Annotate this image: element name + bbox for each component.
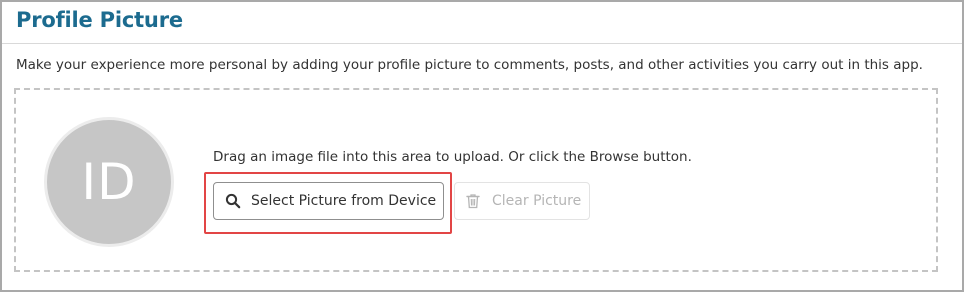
clear-picture-label: Clear Picture — [492, 193, 582, 209]
select-picture-label: Select Picture from Device — [251, 193, 437, 209]
avatar-initials: ID — [81, 153, 137, 211]
panel-title: Profile Picture — [16, 8, 183, 32]
trash-icon — [464, 192, 482, 210]
avatar: ID — [44, 117, 174, 247]
title-divider — [2, 43, 962, 44]
upload-instructions: Drag an image file into this area to upl… — [213, 149, 692, 165]
panel-description: Make your experience more personal by ad… — [16, 57, 923, 73]
select-picture-button[interactable]: Select Picture from Device — [213, 182, 444, 220]
clear-picture-button[interactable]: Clear Picture — [454, 182, 590, 220]
search-icon — [224, 192, 242, 210]
